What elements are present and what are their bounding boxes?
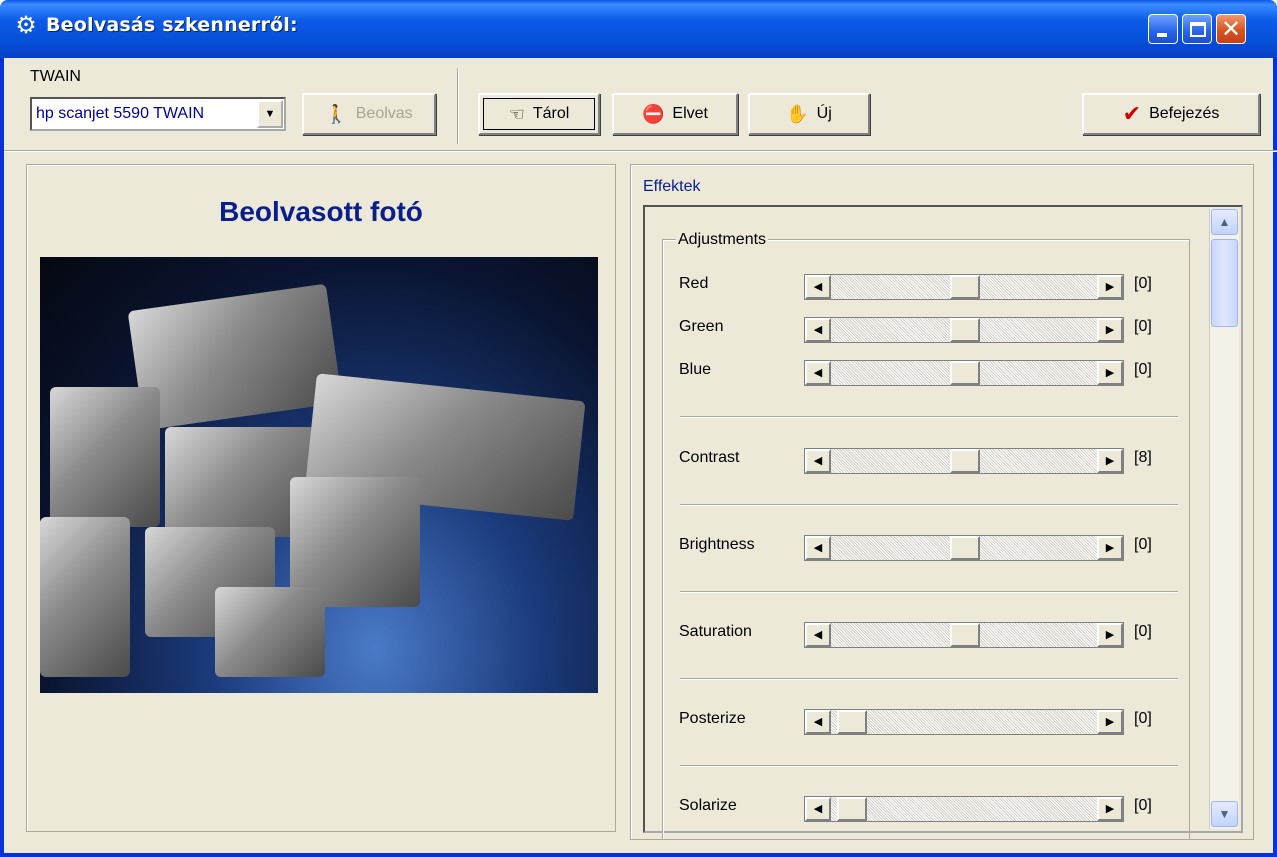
slider-thumb[interactable] — [837, 710, 867, 734]
slider-right-arrow-icon[interactable]: ▶ — [1097, 710, 1123, 734]
slider-thumb[interactable] — [950, 536, 980, 560]
section-divider — [680, 504, 1178, 506]
minimize-icon — [1157, 33, 1167, 37]
slider-label: Blue — [679, 361, 712, 378]
slider-thumb[interactable] — [950, 623, 980, 647]
scroll-up-button[interactable]: ▲ — [1211, 209, 1238, 235]
gearmotor-shape — [40, 517, 130, 677]
gearmotor-shape — [215, 587, 325, 677]
toolbar-divider — [4, 150, 1277, 152]
window-title: Beolvasás szkennerről: — [46, 14, 298, 36]
toolbar-separator — [457, 68, 459, 144]
slider-value: [0] — [1134, 361, 1152, 378]
slider-right-arrow-icon[interactable]: ▶ — [1097, 449, 1123, 473]
section-divider — [680, 591, 1178, 593]
slider-label: Saturation — [679, 623, 752, 640]
slider-value: [0] — [1134, 536, 1152, 553]
effect-slider[interactable]: ◀ ▶ — [804, 274, 1124, 300]
section-divider — [680, 416, 1178, 418]
new-button-label: Új — [816, 105, 832, 122]
twain-label: TWAIN — [30, 68, 81, 85]
slider-left-arrow-icon[interactable]: ◀ — [805, 275, 831, 299]
slider-right-arrow-icon[interactable]: ▶ — [1097, 318, 1123, 342]
gear-icon: ⚙ — [15, 12, 37, 39]
slider-label: Solarize — [679, 797, 737, 814]
close-icon: ✕ — [1220, 15, 1242, 43]
store-button-label: Tárol — [532, 105, 570, 122]
slider-label: Brightness — [679, 536, 755, 553]
chevron-down-icon: ▼ — [1218, 807, 1231, 821]
scanner-select-value: hp scanjet 5590 TWAIN — [36, 105, 205, 122]
slider-value: [0] — [1134, 797, 1152, 814]
close-button[interactable]: ✕ — [1216, 14, 1246, 44]
slider-thumb[interactable] — [950, 318, 980, 342]
slider-right-arrow-icon[interactable]: ▶ — [1097, 275, 1123, 299]
effect-slider[interactable]: ◀ ▶ — [804, 709, 1124, 735]
slider-right-arrow-icon[interactable]: ▶ — [1097, 361, 1123, 385]
maximize-icon — [1190, 22, 1206, 37]
effect-slider[interactable]: ◀ ▶ — [804, 448, 1124, 474]
chevron-up-icon: ▲ — [1218, 215, 1231, 229]
scroll-down-button[interactable]: ▼ — [1211, 801, 1238, 827]
scanned-photo — [40, 257, 598, 693]
slider-thumb[interactable] — [837, 797, 867, 821]
effect-slider[interactable]: ◀ ▶ — [804, 360, 1124, 386]
chevron-down-icon[interactable]: ▼ — [257, 100, 283, 128]
finish-button[interactable]: ✔ Befejezés — [1082, 93, 1260, 135]
effect-slider[interactable]: ◀ ▶ — [804, 535, 1124, 561]
maximize-button[interactable] — [1182, 14, 1212, 44]
slider-right-arrow-icon[interactable]: ▶ — [1097, 536, 1123, 560]
slider-value: [0] — [1134, 318, 1152, 335]
slider-value: [0] — [1134, 623, 1152, 640]
scanner-select[interactable]: hp scanjet 5590 TWAIN ▼ — [30, 97, 286, 131]
slider-left-arrow-icon[interactable]: ◀ — [805, 318, 831, 342]
title-bar[interactable]: ⚙ Beolvasás szkennerről: ✕ — [0, 0, 1277, 58]
section-divider — [680, 678, 1178, 680]
effects-label: Effektek — [643, 178, 701, 195]
effect-slider[interactable]: ◀ ▶ — [804, 317, 1124, 343]
new-button[interactable]: ✋ Új — [748, 93, 870, 135]
scan-button-label: Beolvas — [355, 105, 413, 122]
gearmotor-shape — [50, 387, 160, 527]
discard-button-label: Elvet — [672, 105, 708, 122]
adjustments-group-label: Adjustments — [676, 231, 769, 249]
slider-right-arrow-icon[interactable]: ▶ — [1097, 623, 1123, 647]
no-entry-icon: ⛔ — [642, 103, 665, 124]
minimize-button[interactable] — [1148, 14, 1178, 44]
finish-button-label: Befejezés — [1149, 105, 1220, 122]
effect-slider[interactable]: ◀ ▶ — [804, 622, 1124, 648]
slider-left-arrow-icon[interactable]: ◀ — [805, 536, 831, 560]
slider-left-arrow-icon[interactable]: ◀ — [805, 797, 831, 821]
slider-right-arrow-icon[interactable]: ▶ — [1097, 797, 1123, 821]
pointing-hand-icon: ☜ — [508, 103, 525, 124]
scrollbar-thumb[interactable] — [1211, 239, 1238, 327]
section-divider — [680, 765, 1178, 767]
slider-value: [0] — [1134, 710, 1152, 727]
slider-label: Green — [679, 318, 724, 335]
slider-value: [0] — [1134, 275, 1152, 292]
slider-label: Posterize — [679, 710, 746, 727]
hand-icon: ✋ — [786, 103, 809, 124]
effect-slider[interactable]: ◀ ▶ — [804, 796, 1124, 822]
slider-label: Red — [679, 275, 709, 292]
vertical-scrollbar[interactable]: ▲ ▼ — [1209, 209, 1239, 829]
discard-button[interactable]: ⛔ Elvet — [612, 93, 738, 135]
slider-left-arrow-icon[interactable]: ◀ — [805, 623, 831, 647]
checkmark-icon: ✔ — [1122, 101, 1142, 126]
slider-left-arrow-icon[interactable]: ◀ — [805, 361, 831, 385]
scan-button[interactable]: 🚶 Beolvas — [302, 93, 436, 135]
slider-left-arrow-icon[interactable]: ◀ — [805, 449, 831, 473]
store-button[interactable]: ☜ Tárol — [478, 93, 600, 135]
slider-label: Contrast — [679, 449, 740, 466]
slider-left-arrow-icon[interactable]: ◀ — [805, 710, 831, 734]
walking-figure-icon: 🚶 — [325, 103, 348, 124]
slider-thumb[interactable] — [950, 449, 980, 473]
slider-thumb[interactable] — [950, 361, 980, 385]
slider-value: [8] — [1134, 449, 1152, 466]
preview-title: Beolvasott fotó — [219, 196, 423, 227]
slider-thumb[interactable] — [950, 275, 980, 299]
